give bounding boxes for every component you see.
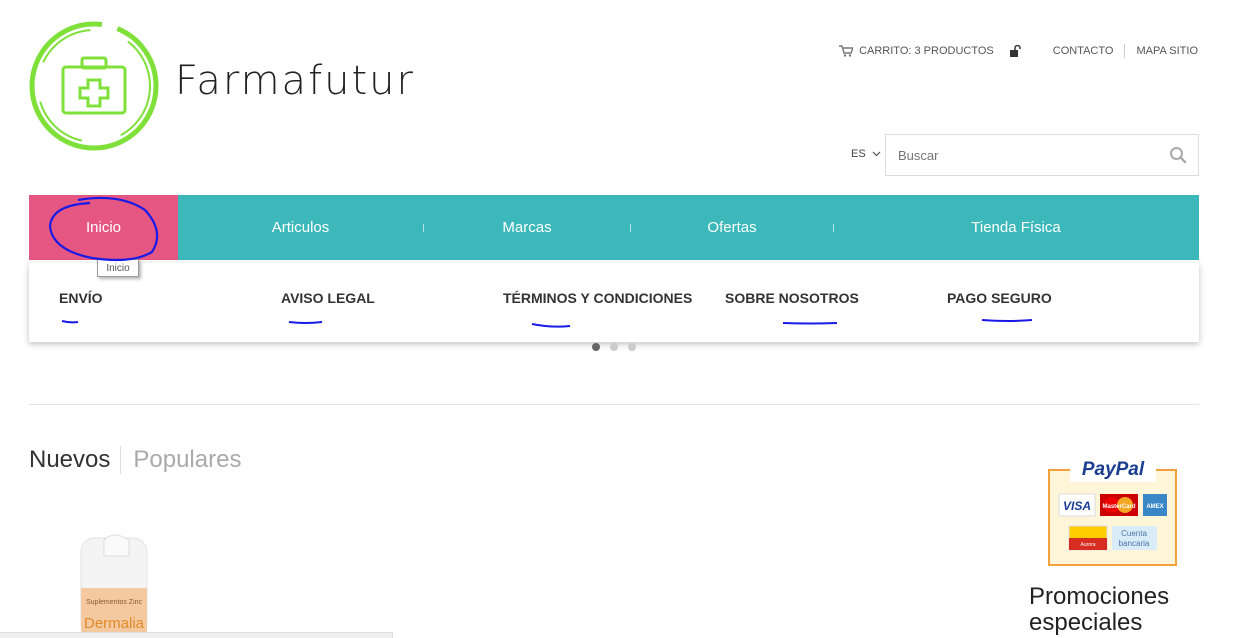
nav-item-inicio[interactable]: Inicio [29, 195, 178, 260]
info-link-sobre-nosotros[interactable]: SOBRE NOSOTROS [725, 290, 859, 306]
main-nav: Inicio Articulos Marcas Ofertas Tienda F… [29, 195, 1199, 260]
login-link[interactable] [1009, 45, 1022, 57]
unlock-icon [1009, 45, 1021, 57]
promo-title-line1: Promociones [1029, 583, 1170, 610]
cart-label: CARRITO: 3 PRODUCTOS [859, 45, 994, 57]
info-link-envio[interactable]: ENVÍO [59, 290, 103, 306]
bank-label-line2: bancaria [1119, 539, 1150, 548]
section-divider [29, 404, 1199, 405]
tab-populares[interactable]: Populares [121, 446, 241, 474]
mastercard-logo: MasterCard [1102, 504, 1135, 510]
brand-logo[interactable] [28, 18, 163, 153]
search-box [885, 134, 1199, 176]
chevron-down-icon [872, 151, 881, 157]
info-link-terminos[interactable]: TÉRMINOS Y CONDICIONES [503, 290, 692, 306]
cart-icon [839, 45, 854, 57]
search-button[interactable] [1158, 146, 1198, 164]
search-icon [1170, 147, 1187, 164]
search-input[interactable] [886, 135, 1158, 175]
nav-item-ofertas[interactable]: Ofertas [631, 195, 833, 260]
carousel-dot[interactable] [592, 343, 600, 351]
product-tabs: Nuevos Populares [29, 446, 241, 474]
nav-item-marcas[interactable]: Marcas [424, 195, 630, 260]
info-bar: ENVÍO AVISO LEGAL TÉRMINOS Y CONDICIONES… [29, 263, 1199, 342]
promo-title-line2: especiales [1029, 609, 1143, 636]
top-links: CARRITO: 3 PRODUCTOS CONTACTO MAPA SITIO [839, 44, 1198, 58]
nav-item-tienda-fisica[interactable]: Tienda Física [834, 195, 1198, 260]
product-image[interactable]: Suplementos Zinc Dermalia [29, 520, 199, 638]
language-selector[interactable]: ES [851, 148, 881, 160]
contact-link[interactable]: CONTACTO [1042, 45, 1125, 57]
brand-name[interactable]: Farmafutur [175, 58, 415, 104]
promo-title: Promociones especiales [1029, 584, 1229, 636]
carousel-dots [592, 343, 636, 351]
horizontal-scrollbar[interactable] [0, 632, 393, 638]
carousel-dot[interactable] [610, 343, 618, 351]
paypal-badge: PayPal VISA MasterCard AMEX Aurora Cuent… [1048, 459, 1177, 566]
amex-logo: AMEX [1146, 504, 1163, 510]
nav-tooltip: Inicio [97, 259, 139, 277]
visa-logo: VISA [1063, 499, 1091, 513]
carousel-dot[interactable] [628, 343, 636, 351]
product-label-line1: Suplementos Zinc [86, 599, 143, 606]
tab-nuevos[interactable]: Nuevos [29, 446, 120, 474]
aurora-logo: Aurora [1080, 542, 1095, 548]
language-value: ES [851, 148, 866, 160]
cart-link[interactable]: CARRITO: 3 PRODUCTOS [839, 45, 994, 57]
paypal-logo: PayPal [1082, 459, 1145, 480]
product-label-line2: Dermalia [84, 615, 145, 632]
nav-item-articulos[interactable]: Articulos [178, 195, 423, 260]
info-link-aviso-legal[interactable]: AVISO LEGAL [281, 290, 375, 306]
sitemap-link[interactable]: MAPA SITIO [1125, 45, 1198, 57]
info-link-pago-seguro[interactable]: PAGO SEGURO [947, 290, 1052, 306]
bank-label-line1: Cuenta [1121, 529, 1147, 538]
